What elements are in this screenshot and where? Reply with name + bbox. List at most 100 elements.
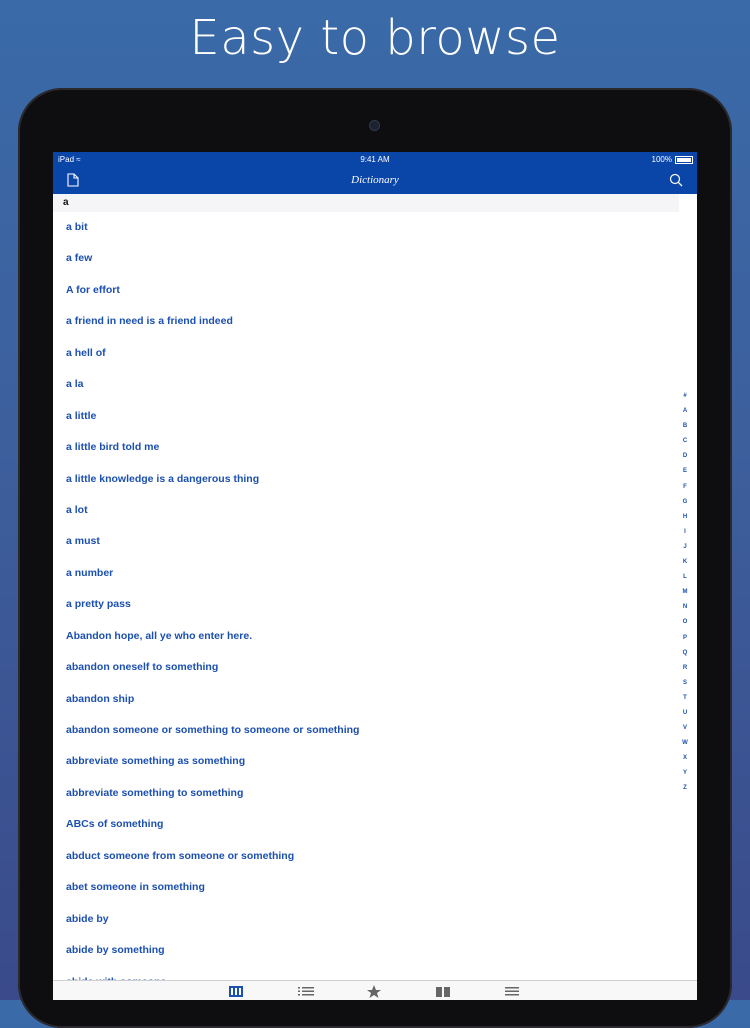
index-letter[interactable]: A xyxy=(679,404,691,419)
status-bar: iPad ≈ 9:41 AM 100% xyxy=(53,152,697,168)
list-item[interactable]: a la xyxy=(53,369,679,400)
index-letter[interactable]: G xyxy=(679,495,691,510)
list-item-label: a la xyxy=(66,378,84,391)
list-item[interactable]: a little knowledge is a dangerous thing xyxy=(53,464,679,495)
list-item-label: a number xyxy=(66,566,114,579)
index-letter[interactable]: D xyxy=(679,449,691,464)
index-letter[interactable]: R xyxy=(679,661,691,676)
index-letter[interactable]: P xyxy=(679,631,691,646)
list-item-label: abet someone in something xyxy=(66,881,205,894)
list-item-label: a hell of xyxy=(66,346,106,359)
list-item-label: a little bird told me xyxy=(66,441,160,454)
list-item-label: A for effort xyxy=(66,283,120,296)
list-item-label: Abandon hope, all ye who enter here. xyxy=(66,629,253,642)
list-item[interactable]: abandon ship xyxy=(53,684,679,715)
index-letter[interactable]: M xyxy=(679,585,691,600)
list-item[interactable]: a little xyxy=(53,401,679,432)
list-item[interactable]: abet someone in something xyxy=(53,872,679,903)
list-item-label: a pretty pass xyxy=(66,598,131,611)
list-item-label: abbreviate something to something xyxy=(66,786,244,799)
index-letter[interactable]: X xyxy=(679,751,691,766)
tab-bar xyxy=(53,980,697,1000)
list-icon xyxy=(298,987,314,996)
index-letter[interactable]: # xyxy=(679,389,691,404)
tab-menu[interactable] xyxy=(504,984,524,1000)
index-letter[interactable]: W xyxy=(679,736,691,751)
status-battery: 100% xyxy=(652,155,693,164)
promo-title: Easy to browse xyxy=(189,10,561,66)
index-letter[interactable]: J xyxy=(679,540,691,555)
list-item[interactable]: ABCs of something xyxy=(53,809,679,840)
list-item-label: abandon oneself to something xyxy=(66,661,219,674)
battery-icon xyxy=(675,155,693,164)
index-letter[interactable]: N xyxy=(679,600,691,615)
list-item[interactable]: abandon oneself to something xyxy=(53,652,679,683)
list-item-label: a little xyxy=(66,409,97,422)
list-item-label: a friend in need is a friend indeed xyxy=(66,315,233,328)
index-letter[interactable]: L xyxy=(679,570,691,585)
list-item-label: a lot xyxy=(66,503,88,516)
tab-list[interactable] xyxy=(297,984,317,1000)
status-time: 9:41 AM xyxy=(360,155,390,164)
index-letter[interactable]: E xyxy=(679,464,691,479)
index-letter[interactable]: I xyxy=(679,525,691,540)
star-icon xyxy=(367,985,381,998)
index-letter[interactable]: Y xyxy=(679,766,691,781)
list-item[interactable]: abandon someone or something to someone … xyxy=(53,715,679,746)
list-item[interactable]: a few xyxy=(53,243,679,274)
list-item-label: abbreviate something as something xyxy=(66,755,246,768)
list-item-label: abduct someone from someone or something xyxy=(66,849,295,862)
index-letter[interactable]: Q xyxy=(679,646,691,661)
index-letter[interactable]: C xyxy=(679,434,691,449)
list-item[interactable]: abide by something xyxy=(53,935,679,966)
index-letter[interactable]: H xyxy=(679,510,691,525)
index-letter[interactable]: K xyxy=(679,555,691,570)
list-item-label: a few xyxy=(66,252,93,265)
battery-label: 100% xyxy=(651,155,672,164)
list-item-label: abandon someone or something to someone … xyxy=(66,724,360,736)
list-item[interactable]: a bit xyxy=(53,212,679,243)
nav-bar: Dictionary xyxy=(53,168,697,194)
list-item[interactable]: a must xyxy=(53,526,679,557)
alphabet-index: # A B C D E F G H I J K L M N O P Q R S T U V W X Y Z xyxy=(679,389,691,797)
section-header-label: a xyxy=(63,197,69,208)
index-letter[interactable]: V xyxy=(679,721,691,736)
index-letter[interactable]: U xyxy=(679,706,691,721)
list-item[interactable]: Abandon hope, all ye who enter here. xyxy=(53,621,679,652)
camera xyxy=(369,120,380,131)
index-letter[interactable]: T xyxy=(679,691,691,706)
list-item[interactable]: abduct someone from someone or something xyxy=(53,841,679,872)
list-item[interactable]: A for effort xyxy=(53,275,679,306)
list-item-label: abandon ship xyxy=(66,692,135,705)
menu-icon xyxy=(505,987,519,996)
entry-list: a bit a few A for effort a friend in need i… xyxy=(53,212,679,998)
index-letter[interactable]: O xyxy=(679,615,691,630)
index-letter[interactable]: Z xyxy=(679,781,691,796)
list-item-label: a bit xyxy=(66,221,88,233)
section-header: a xyxy=(53,194,679,212)
index-letter[interactable]: S xyxy=(679,676,691,691)
search-icon[interactable] xyxy=(669,173,683,192)
list-item-label: a little knowledge is a dangerous thing xyxy=(66,472,260,485)
list-item-label: ABCs of something xyxy=(66,818,164,831)
list-item-label: abide by something xyxy=(66,944,165,957)
index-letter[interactable]: F xyxy=(679,480,691,495)
dictionary-icon xyxy=(229,986,243,997)
list-item[interactable]: abbreviate something to something xyxy=(53,778,679,809)
list-item[interactable]: a little bird told me xyxy=(53,432,679,463)
page-title: Dictionary xyxy=(351,174,399,186)
tab-favorites[interactable] xyxy=(366,984,386,1000)
list-item[interactable]: a number xyxy=(53,558,679,589)
list-item-label: abide by xyxy=(66,912,109,925)
tab-dictionary[interactable] xyxy=(228,984,248,1000)
list-item[interactable]: a friend in need is a friend indeed xyxy=(53,306,679,337)
list-item[interactable]: abide by xyxy=(53,904,679,935)
list-item[interactable]: a hell of xyxy=(53,338,679,369)
list-item[interactable]: abbreviate something as something xyxy=(53,746,679,777)
list-item-label: a must xyxy=(66,535,100,548)
tab-book[interactable] xyxy=(435,984,455,1000)
list-item[interactable]: a lot xyxy=(53,495,679,526)
index-letter[interactable]: B xyxy=(679,419,691,434)
screen: iPad ≈ 9:41 AM 100% Dictionary a a bit a … xyxy=(53,152,697,1000)
list-item[interactable]: a pretty pass xyxy=(53,589,679,620)
